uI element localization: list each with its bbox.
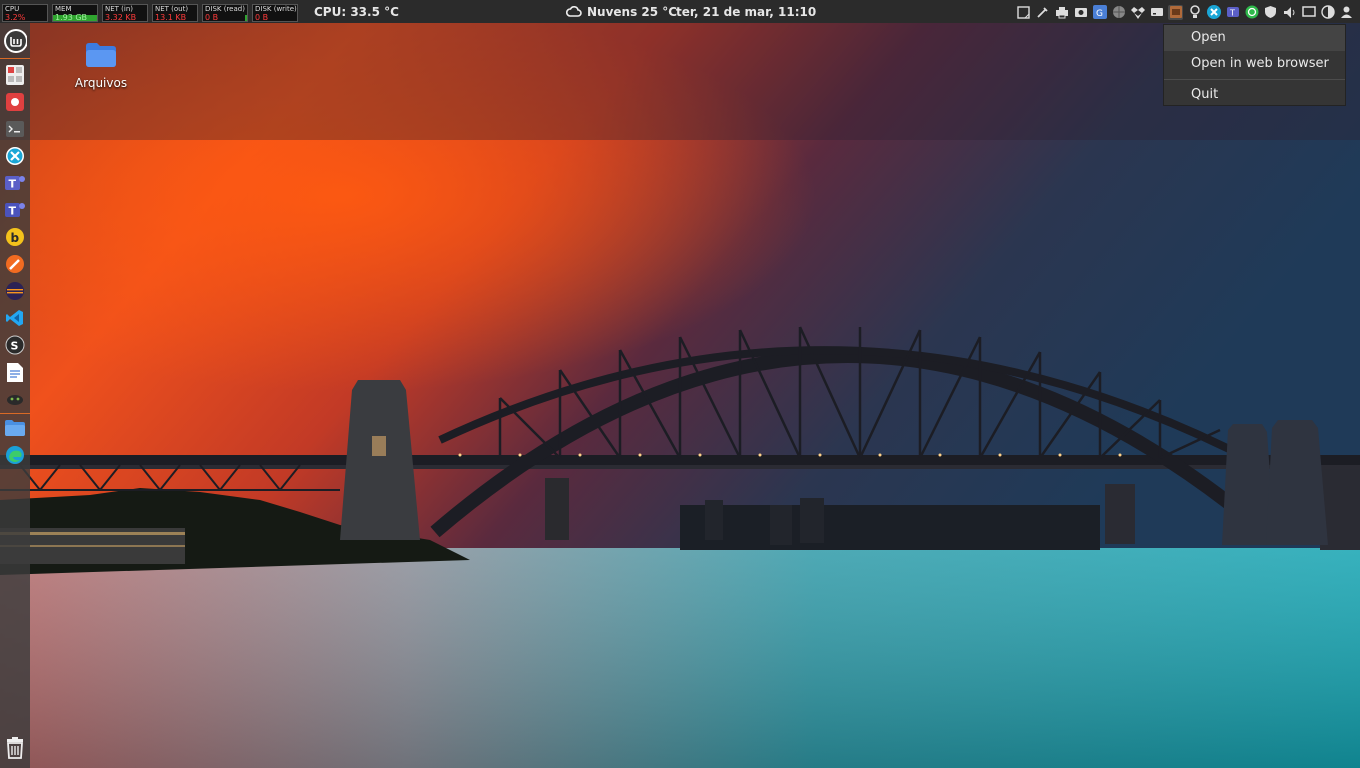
monitor-value: 1.93 GB <box>55 13 88 22</box>
edge-icon[interactable] <box>3 443 27 467</box>
monitor-label: NET (out) <box>155 5 189 13</box>
terminal-icon[interactable] <box>3 117 27 141</box>
vscode-icon[interactable] <box>3 306 27 330</box>
clock[interactable]: ter, 21 de mar, 11:10 <box>676 5 816 19</box>
desktop-icon-arquivos[interactable]: Arquivos <box>70 42 132 90</box>
printer-icon[interactable] <box>1054 5 1069 20</box>
trash-icon[interactable] <box>3 736 27 760</box>
teams-tray-icon[interactable]: T <box>1225 5 1240 20</box>
screen-recorder-icon[interactable] <box>3 90 27 114</box>
cpu-monitor[interactable]: CPU 3.2% <box>2 4 48 22</box>
anydesk-icon[interactable] <box>3 144 27 168</box>
net-out-monitor[interactable]: NET (out) 13.1 KB <box>152 4 198 22</box>
mint-menu-icon[interactable] <box>3 29 27 53</box>
monitor-label: DISK (read) <box>205 5 245 13</box>
monitor-label: DISK (write) <box>255 5 297 13</box>
gnome-icon[interactable] <box>3 387 27 411</box>
monitor-value: 3.32 KB <box>105 13 137 22</box>
net-in-monitor[interactable]: NET (in) 3.32 KB <box>102 4 148 22</box>
desktop-wallpaper <box>0 0 1360 768</box>
document-icon[interactable] <box>3 360 27 384</box>
beekeeper-icon[interactable]: b <box>3 225 27 249</box>
disk-read-bar <box>245 15 247 21</box>
anydesk-tray-icon[interactable] <box>1206 5 1221 20</box>
disk-write-monitor[interactable]: DISK (write) 0 B <box>252 4 298 22</box>
shield-icon[interactable] <box>1263 5 1278 20</box>
notes-icon[interactable] <box>1016 5 1031 20</box>
cloud-icon <box>565 4 582 21</box>
monitor-value: 3.2% <box>5 13 26 22</box>
memory-monitor[interactable]: MEM 1.93 GB <box>52 4 98 22</box>
translate-icon[interactable]: G <box>1092 5 1107 20</box>
svg-text:T: T <box>1229 9 1235 18</box>
svg-text:b: b <box>11 231 20 245</box>
lightbulb-icon[interactable] <box>1187 5 1202 20</box>
top-panel: CPU 3.2% MEM 1.93 GB NET (in) 3.32 KB NE… <box>0 0 1360 23</box>
screenshot-icon[interactable] <box>1073 5 1088 20</box>
app-indicator-icon[interactable] <box>1168 4 1183 20</box>
sublime-icon[interactable]: S <box>3 333 27 357</box>
svg-text:S: S <box>11 340 19 353</box>
color-picker-icon[interactable] <box>1035 5 1050 20</box>
menu-separator <box>1164 79 1345 80</box>
folder-icon <box>85 43 117 72</box>
tray-context-menu: Open Open in web browser Quit <box>1163 24 1346 106</box>
whatsapp-icon[interactable] <box>1244 5 1259 20</box>
pencil-icon[interactable] <box>3 252 27 276</box>
monitor-value: 0 B <box>255 13 269 22</box>
calculator-icon[interactable] <box>3 63 27 87</box>
display-icon[interactable] <box>1301 5 1316 20</box>
monitor-value: 0 B <box>205 13 219 22</box>
files-icon[interactable] <box>3 416 27 440</box>
network-globe-icon[interactable] <box>1111 5 1126 20</box>
menu-item-open[interactable]: Open <box>1164 25 1345 51</box>
weather-applet[interactable]: Nuvens 25 °C <box>565 3 678 21</box>
dropbox-icon[interactable] <box>1130 5 1145 20</box>
user-icon[interactable] <box>1339 5 1354 20</box>
teams-classic-icon[interactable]: T <box>3 198 27 222</box>
menu-item-quit[interactable]: Quit <box>1164 82 1345 108</box>
svg-text:G: G <box>1096 9 1103 19</box>
system-tray: G T <box>1016 3 1354 21</box>
volume-icon[interactable] <box>1282 5 1297 20</box>
monitor-label: NET (in) <box>105 5 134 13</box>
side-dock: T T b S <box>0 23 30 768</box>
drive-icon[interactable] <box>1149 5 1164 20</box>
weather-label: Nuvens 25 °C <box>587 5 678 19</box>
menu-item-open-in-web-browser[interactable]: Open in web browser <box>1164 51 1345 77</box>
monitor-value: 13.1 KB <box>155 13 187 22</box>
cpu-temperature[interactable]: CPU: 33.5 °C <box>314 5 399 19</box>
desktop-icon-label: Arquivos <box>74 76 128 90</box>
svg-text:T: T <box>9 205 17 218</box>
dock-separator <box>0 413 30 414</box>
monitor-label: CPU <box>5 5 20 13</box>
svg-text:T: T <box>9 178 17 191</box>
monitor-label: MEM <box>55 5 72 13</box>
dock-separator <box>0 58 30 59</box>
night-light-icon[interactable] <box>1320 5 1335 20</box>
eclipse-icon[interactable] <box>3 279 27 303</box>
teams-icon[interactable]: T <box>3 171 27 195</box>
disk-read-monitor[interactable]: DISK (read) 0 B <box>202 4 248 22</box>
